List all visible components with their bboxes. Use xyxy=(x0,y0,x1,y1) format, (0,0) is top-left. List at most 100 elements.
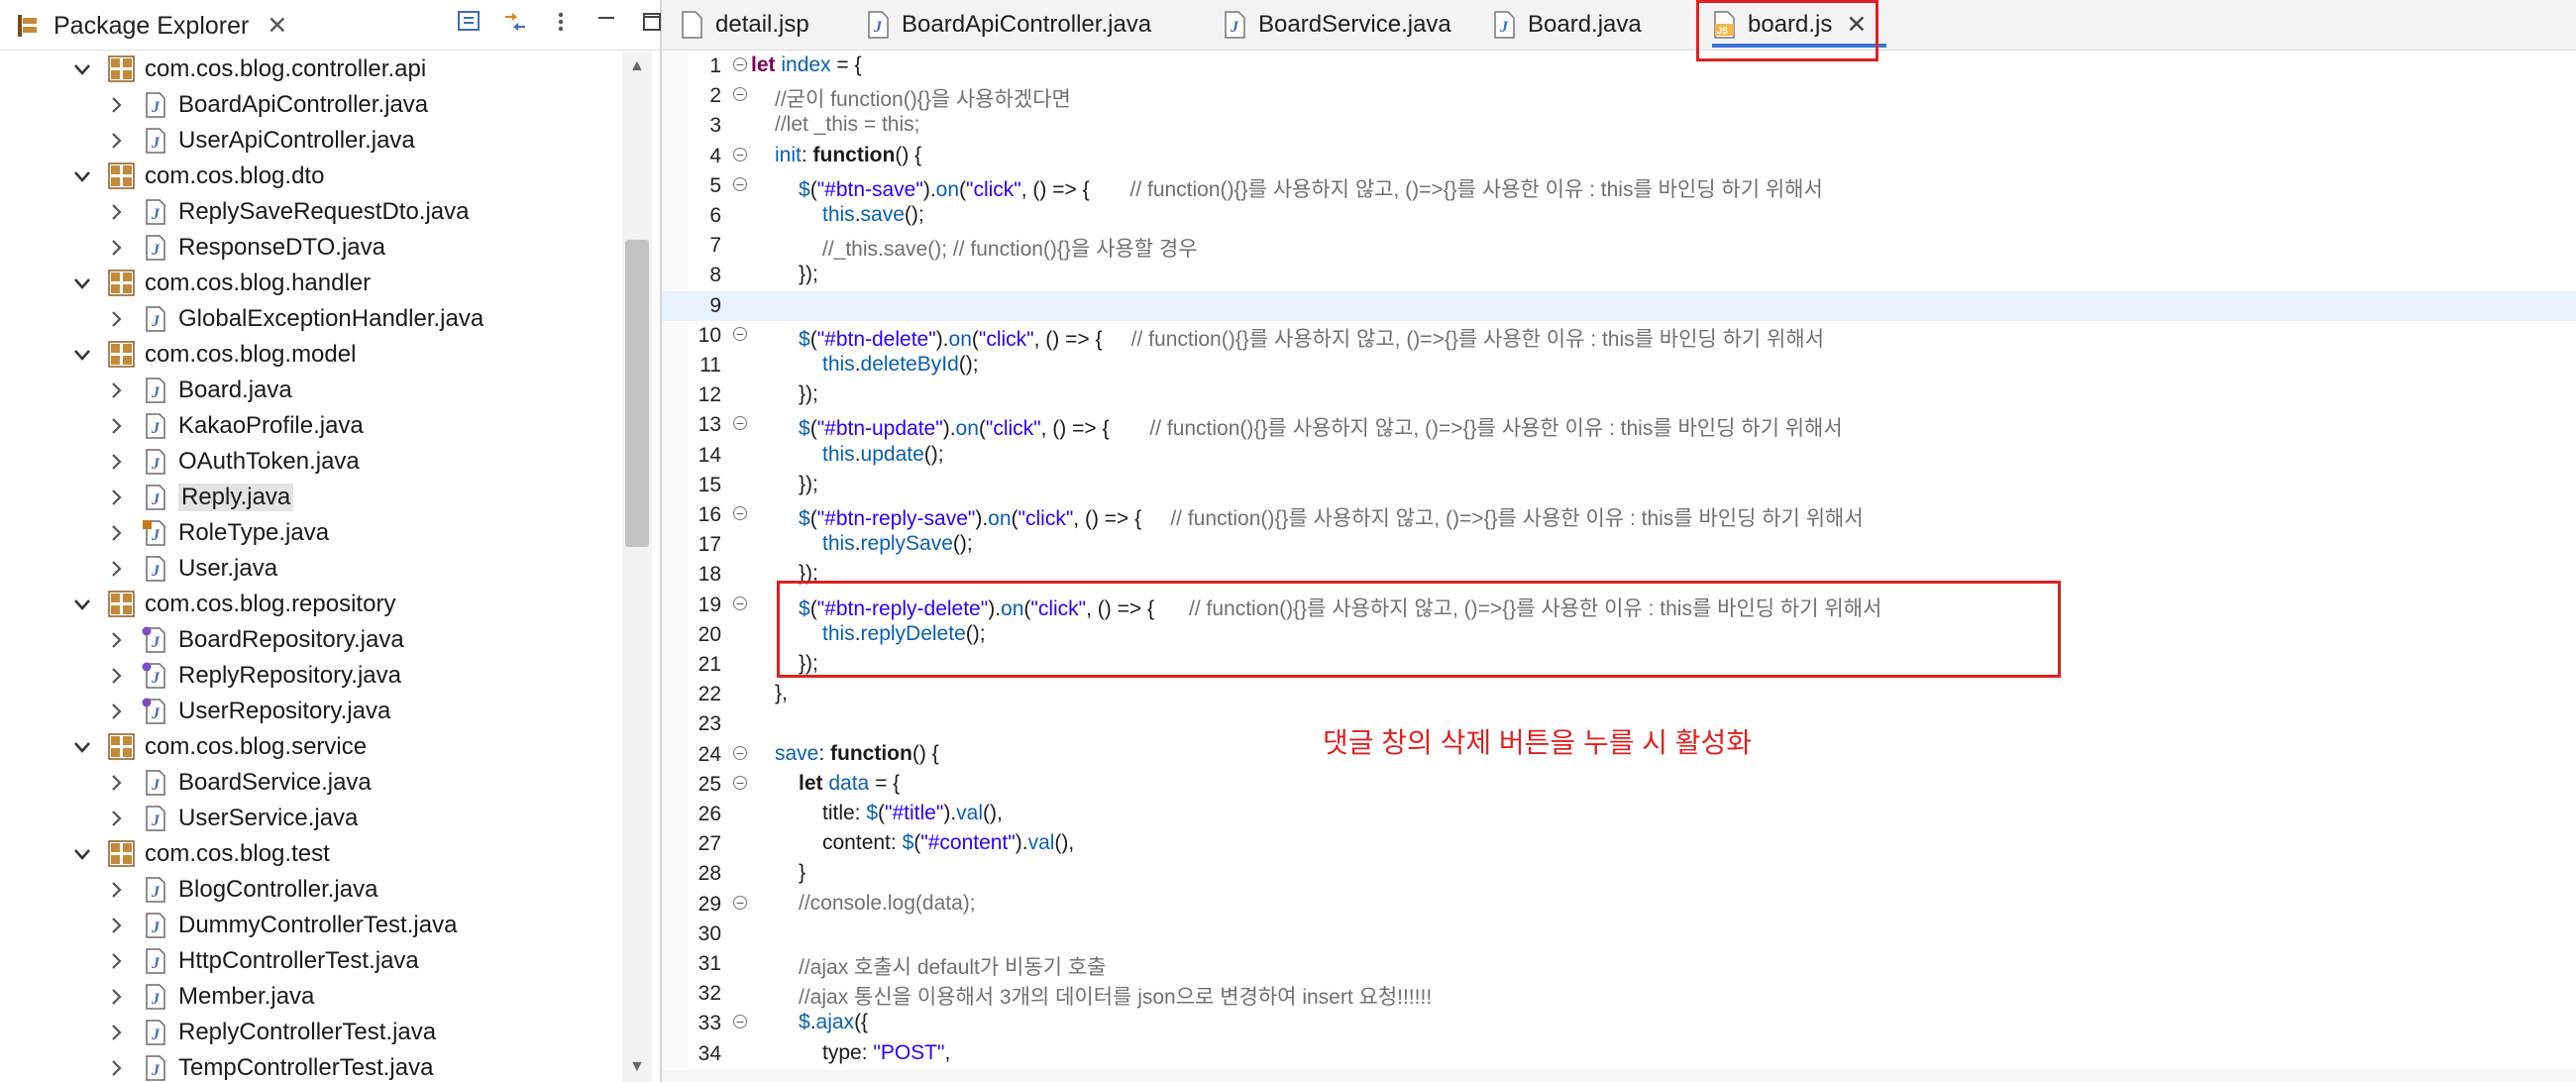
tree-file[interactable]: J BoardRepository.java xyxy=(103,622,404,658)
chevron-right-icon[interactable] xyxy=(103,378,129,403)
package-explorer-scrollbar[interactable]: ▲ ▼ xyxy=(622,52,652,1082)
tree-file[interactable]: J User.java xyxy=(103,551,277,587)
chevron-right-icon[interactable] xyxy=(103,984,129,1010)
editor-tab[interactable]: J BoardService.java xyxy=(1223,0,1451,50)
tree-file[interactable]: J UserService.java xyxy=(103,801,358,836)
editor-tab[interactable]: J Board.java xyxy=(1492,0,1642,50)
code-line[interactable]: 7 //_this.save(); // function(){}을 사용할 경우 xyxy=(662,231,2576,261)
code-line[interactable]: 6 this.save(); xyxy=(662,201,2576,231)
code-line[interactable]: 32 //ajax 통신을 이용해서 3개의 데이터를 json으로 변경하여 i… xyxy=(662,979,2576,1009)
close-icon[interactable]: ✕ xyxy=(1846,10,1867,40)
tree-file[interactable]: J Member.java xyxy=(103,979,314,1015)
chevron-down-icon[interactable] xyxy=(69,270,95,296)
chevron-right-icon[interactable] xyxy=(103,449,129,475)
tree-file[interactable]: J UserApiController.java xyxy=(103,123,415,159)
code-line[interactable]: 12}); xyxy=(662,380,2576,410)
collapse-all-icon[interactable] xyxy=(456,8,483,36)
fold-toggle-icon[interactable]: − xyxy=(733,506,747,520)
code-line[interactable]: 20 this.replyDelete(); xyxy=(662,620,2576,650)
chevron-right-icon[interactable] xyxy=(103,627,129,653)
code-line[interactable]: 34 type: "POST", xyxy=(662,1039,2576,1069)
fold-toggle-icon[interactable]: − xyxy=(733,176,747,191)
fold-toggle-icon[interactable]: − xyxy=(733,595,747,610)
tree-file[interactable]: J BoardApiController.java xyxy=(103,87,428,123)
code-line[interactable]: 26 title: $("#title").val(), xyxy=(662,800,2576,829)
fold-toggle-icon[interactable]: − xyxy=(733,416,747,431)
code-line[interactable]: 29− //console.log(data); xyxy=(662,890,2576,920)
editor-tab[interactable]: detail.jsp xyxy=(680,0,809,50)
code-line[interactable]: 10− $("#btn-delete").on("click", () => { … xyxy=(662,321,2576,351)
tree-file[interactable]: J ReplySaveRequestDto.java xyxy=(103,194,470,230)
code-line[interactable]: 4− init: function() { xyxy=(662,142,2576,171)
tree-file[interactable]: J BoardService.java xyxy=(103,765,372,801)
fold-toggle-icon[interactable]: − xyxy=(733,326,747,341)
code-line[interactable]: 28} xyxy=(662,859,2576,889)
scroll-down-icon[interactable]: ▼ xyxy=(629,1058,645,1076)
chevron-right-icon[interactable] xyxy=(103,556,129,582)
chevron-right-icon[interactable] xyxy=(103,663,129,689)
chevron-right-icon[interactable] xyxy=(103,806,129,831)
code-line[interactable]: 30 xyxy=(662,920,2576,949)
code-line[interactable]: 18}); xyxy=(662,560,2576,590)
code-line[interactable]: 15}); xyxy=(662,471,2576,500)
chevron-right-icon[interactable] xyxy=(103,485,129,510)
code-line[interactable]: 33− $.ajax({ xyxy=(662,1009,2576,1038)
chevron-right-icon[interactable] xyxy=(103,520,129,546)
link-with-editor-icon[interactable] xyxy=(501,8,529,36)
code-line[interactable]: 1− let index = { xyxy=(662,52,2576,81)
chevron-down-icon[interactable] xyxy=(69,734,95,760)
tree-file[interactable]: J ResponseDTO.java xyxy=(103,230,385,266)
code-line[interactable]: 21}); xyxy=(662,650,2576,680)
tree-file[interactable]: J KakaoProfile.java xyxy=(103,408,364,444)
tree-file[interactable]: J RoleType.java xyxy=(103,515,329,551)
tree-package[interactable]: com.cos.blog.model xyxy=(69,337,356,373)
code-line[interactable]: 2− //굳이 function(){}을 사용하겠다면 xyxy=(662,81,2576,111)
code-line[interactable]: 8}); xyxy=(662,261,2576,290)
code-line[interactable]: 27 content: $("#content").val(), xyxy=(662,829,2576,859)
tree-file[interactable]: J UserRepository.java xyxy=(103,694,390,729)
chevron-right-icon[interactable] xyxy=(103,948,129,974)
tree-package[interactable]: com.cos.blog.repository xyxy=(69,587,395,622)
editor-tab[interactable]: JS board.js ✕ xyxy=(1712,0,1886,50)
tree-package[interactable]: com.cos.blog.controller.api xyxy=(69,52,426,87)
chevron-right-icon[interactable] xyxy=(103,413,129,439)
code-line[interactable]: 25− let data = { xyxy=(662,770,2576,800)
tree-file[interactable]: J DummyControllerTest.java xyxy=(103,908,457,943)
fold-toggle-icon[interactable]: − xyxy=(733,57,747,71)
tree-file[interactable]: J GlobalExceptionHandler.java xyxy=(103,301,483,337)
chevron-right-icon[interactable] xyxy=(103,92,129,118)
chevron-right-icon[interactable] xyxy=(103,199,129,225)
chevron-right-icon[interactable] xyxy=(103,913,129,938)
tree-file[interactable]: J Board.java xyxy=(103,373,292,408)
fold-toggle-icon[interactable]: − xyxy=(733,895,747,910)
chevron-right-icon[interactable] xyxy=(103,128,129,154)
tree-file[interactable]: J Reply.java xyxy=(103,480,294,515)
chevron-down-icon[interactable] xyxy=(69,163,95,189)
tree-package[interactable]: com.cos.blog.handler xyxy=(69,266,371,301)
chevron-right-icon[interactable] xyxy=(103,877,129,903)
scrollbar-thumb[interactable] xyxy=(625,240,649,547)
editor-tab[interactable]: J BoardApiController.java xyxy=(866,0,1151,50)
fold-toggle-icon[interactable]: − xyxy=(733,87,747,102)
chevron-right-icon[interactable] xyxy=(103,1055,129,1081)
code-line[interactable]: 5− $("#btn-save").on("click", () => { // … xyxy=(662,171,2576,201)
tree-file[interactable]: J OAuthToken.java xyxy=(103,444,360,480)
code-line[interactable]: 22}, xyxy=(662,680,2576,709)
fold-toggle-icon[interactable]: − xyxy=(733,745,747,760)
chevron-down-icon[interactable] xyxy=(69,841,95,867)
tree-file[interactable]: J BlogController.java xyxy=(103,872,377,908)
chevron-down-icon[interactable] xyxy=(69,56,95,82)
code-line[interactable]: 13− $("#btn-update").on("click", () => { … xyxy=(662,410,2576,440)
chevron-right-icon[interactable] xyxy=(103,1020,129,1045)
tree-file[interactable]: J HttpControllerTest.java xyxy=(103,943,419,979)
tree-file[interactable]: J ReplyControllerTest.java xyxy=(103,1015,436,1050)
tree-file[interactable]: J ReplyRepository.java xyxy=(103,658,401,694)
tree-file[interactable]: J TempControllerTest.java xyxy=(103,1050,433,1082)
code-line[interactable]: 14 this.update(); xyxy=(662,441,2576,471)
chevron-right-icon[interactable] xyxy=(103,699,129,724)
scroll-up-icon[interactable]: ▲ xyxy=(629,57,645,75)
code-line[interactable]: 11 this.deleteById(); xyxy=(662,351,2576,380)
code-line[interactable]: 3 //let _this = this; xyxy=(662,111,2576,141)
chevron-right-icon[interactable] xyxy=(103,235,129,261)
fold-toggle-icon[interactable]: − xyxy=(733,775,747,790)
